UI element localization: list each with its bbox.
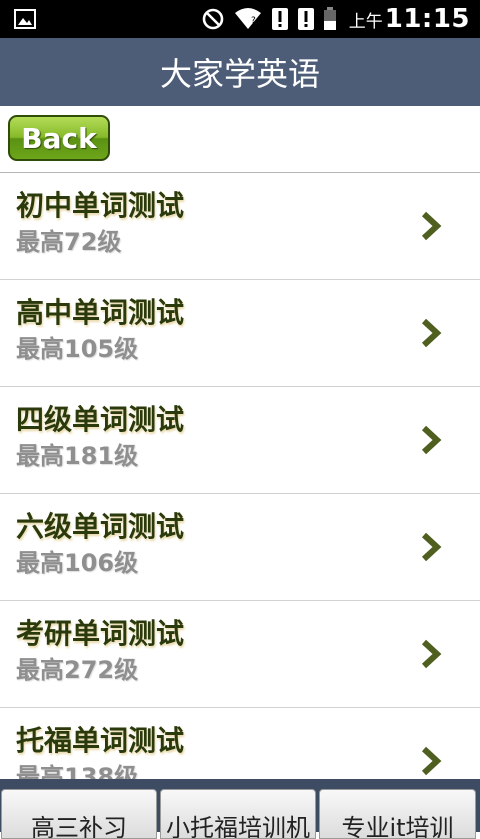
chevron-right-icon xyxy=(421,211,442,241)
wifi-icon: ? xyxy=(234,8,261,29)
status-bar: ? 上午 11:15 xyxy=(0,0,480,38)
back-toolbar: Back xyxy=(0,106,480,173)
chevron-right-icon xyxy=(421,318,442,348)
list-item-title: 托福单词测试 xyxy=(16,724,185,757)
list-item-subtitle: 最高106级 xyxy=(16,549,139,577)
back-button[interactable]: Back xyxy=(8,115,110,161)
test-list: 初中单词测试 最高72级 高中单词测试 最高105级 四级单词测试 最高181级… xyxy=(0,173,480,779)
svg-text:?: ? xyxy=(251,16,256,26)
battery-icon xyxy=(323,7,336,30)
list-item-subtitle: 最高272级 xyxy=(16,656,139,684)
list-item-junior[interactable]: 初中单词测试 最高72级 xyxy=(0,173,480,280)
alert-icon xyxy=(297,8,314,30)
chevron-right-icon xyxy=(421,532,442,562)
list-item-cet4[interactable]: 四级单词测试 最高181级 xyxy=(0,387,480,494)
list-item-toefl[interactable]: 托福单词测试 最高138级 xyxy=(0,708,480,779)
chevron-right-icon xyxy=(421,639,442,669)
list-item-title: 初中单词测试 xyxy=(16,189,185,222)
chevron-right-icon xyxy=(421,425,442,455)
chevron-right-icon xyxy=(421,746,442,776)
list-item-subtitle: 最高72级 xyxy=(16,228,122,256)
list-item-subtitle: 最高105级 xyxy=(16,335,139,363)
list-item-subtitle: 最高181级 xyxy=(16,442,139,470)
list-item-cet6[interactable]: 六级单词测试 最高106级 xyxy=(0,494,480,601)
bottom-tab-bar: 高三补习 小托福培训机 专业it培训 xyxy=(0,779,480,839)
blocked-icon xyxy=(202,8,224,30)
status-icons: ? 上午 11:15 xyxy=(201,4,470,34)
list-item-title: 高中单词测试 xyxy=(16,296,185,329)
list-item-title: 六级单词测试 xyxy=(16,510,185,543)
list-item-title: 考研单词测试 xyxy=(16,617,185,650)
list-item-postgrad[interactable]: 考研单词测试 最高272级 xyxy=(0,601,480,708)
status-time: 11:15 xyxy=(384,4,470,34)
list-item-title: 四级单词测试 xyxy=(16,403,185,436)
image-notification-icon xyxy=(14,9,36,29)
page-title: 大家学英语 xyxy=(0,38,480,106)
alert-icon xyxy=(271,8,288,30)
list-item-senior[interactable]: 高中单词测试 最高105级 xyxy=(0,280,480,387)
list-item-subtitle: 最高138级 xyxy=(16,763,139,779)
status-ampm: 上午 xyxy=(348,11,383,32)
